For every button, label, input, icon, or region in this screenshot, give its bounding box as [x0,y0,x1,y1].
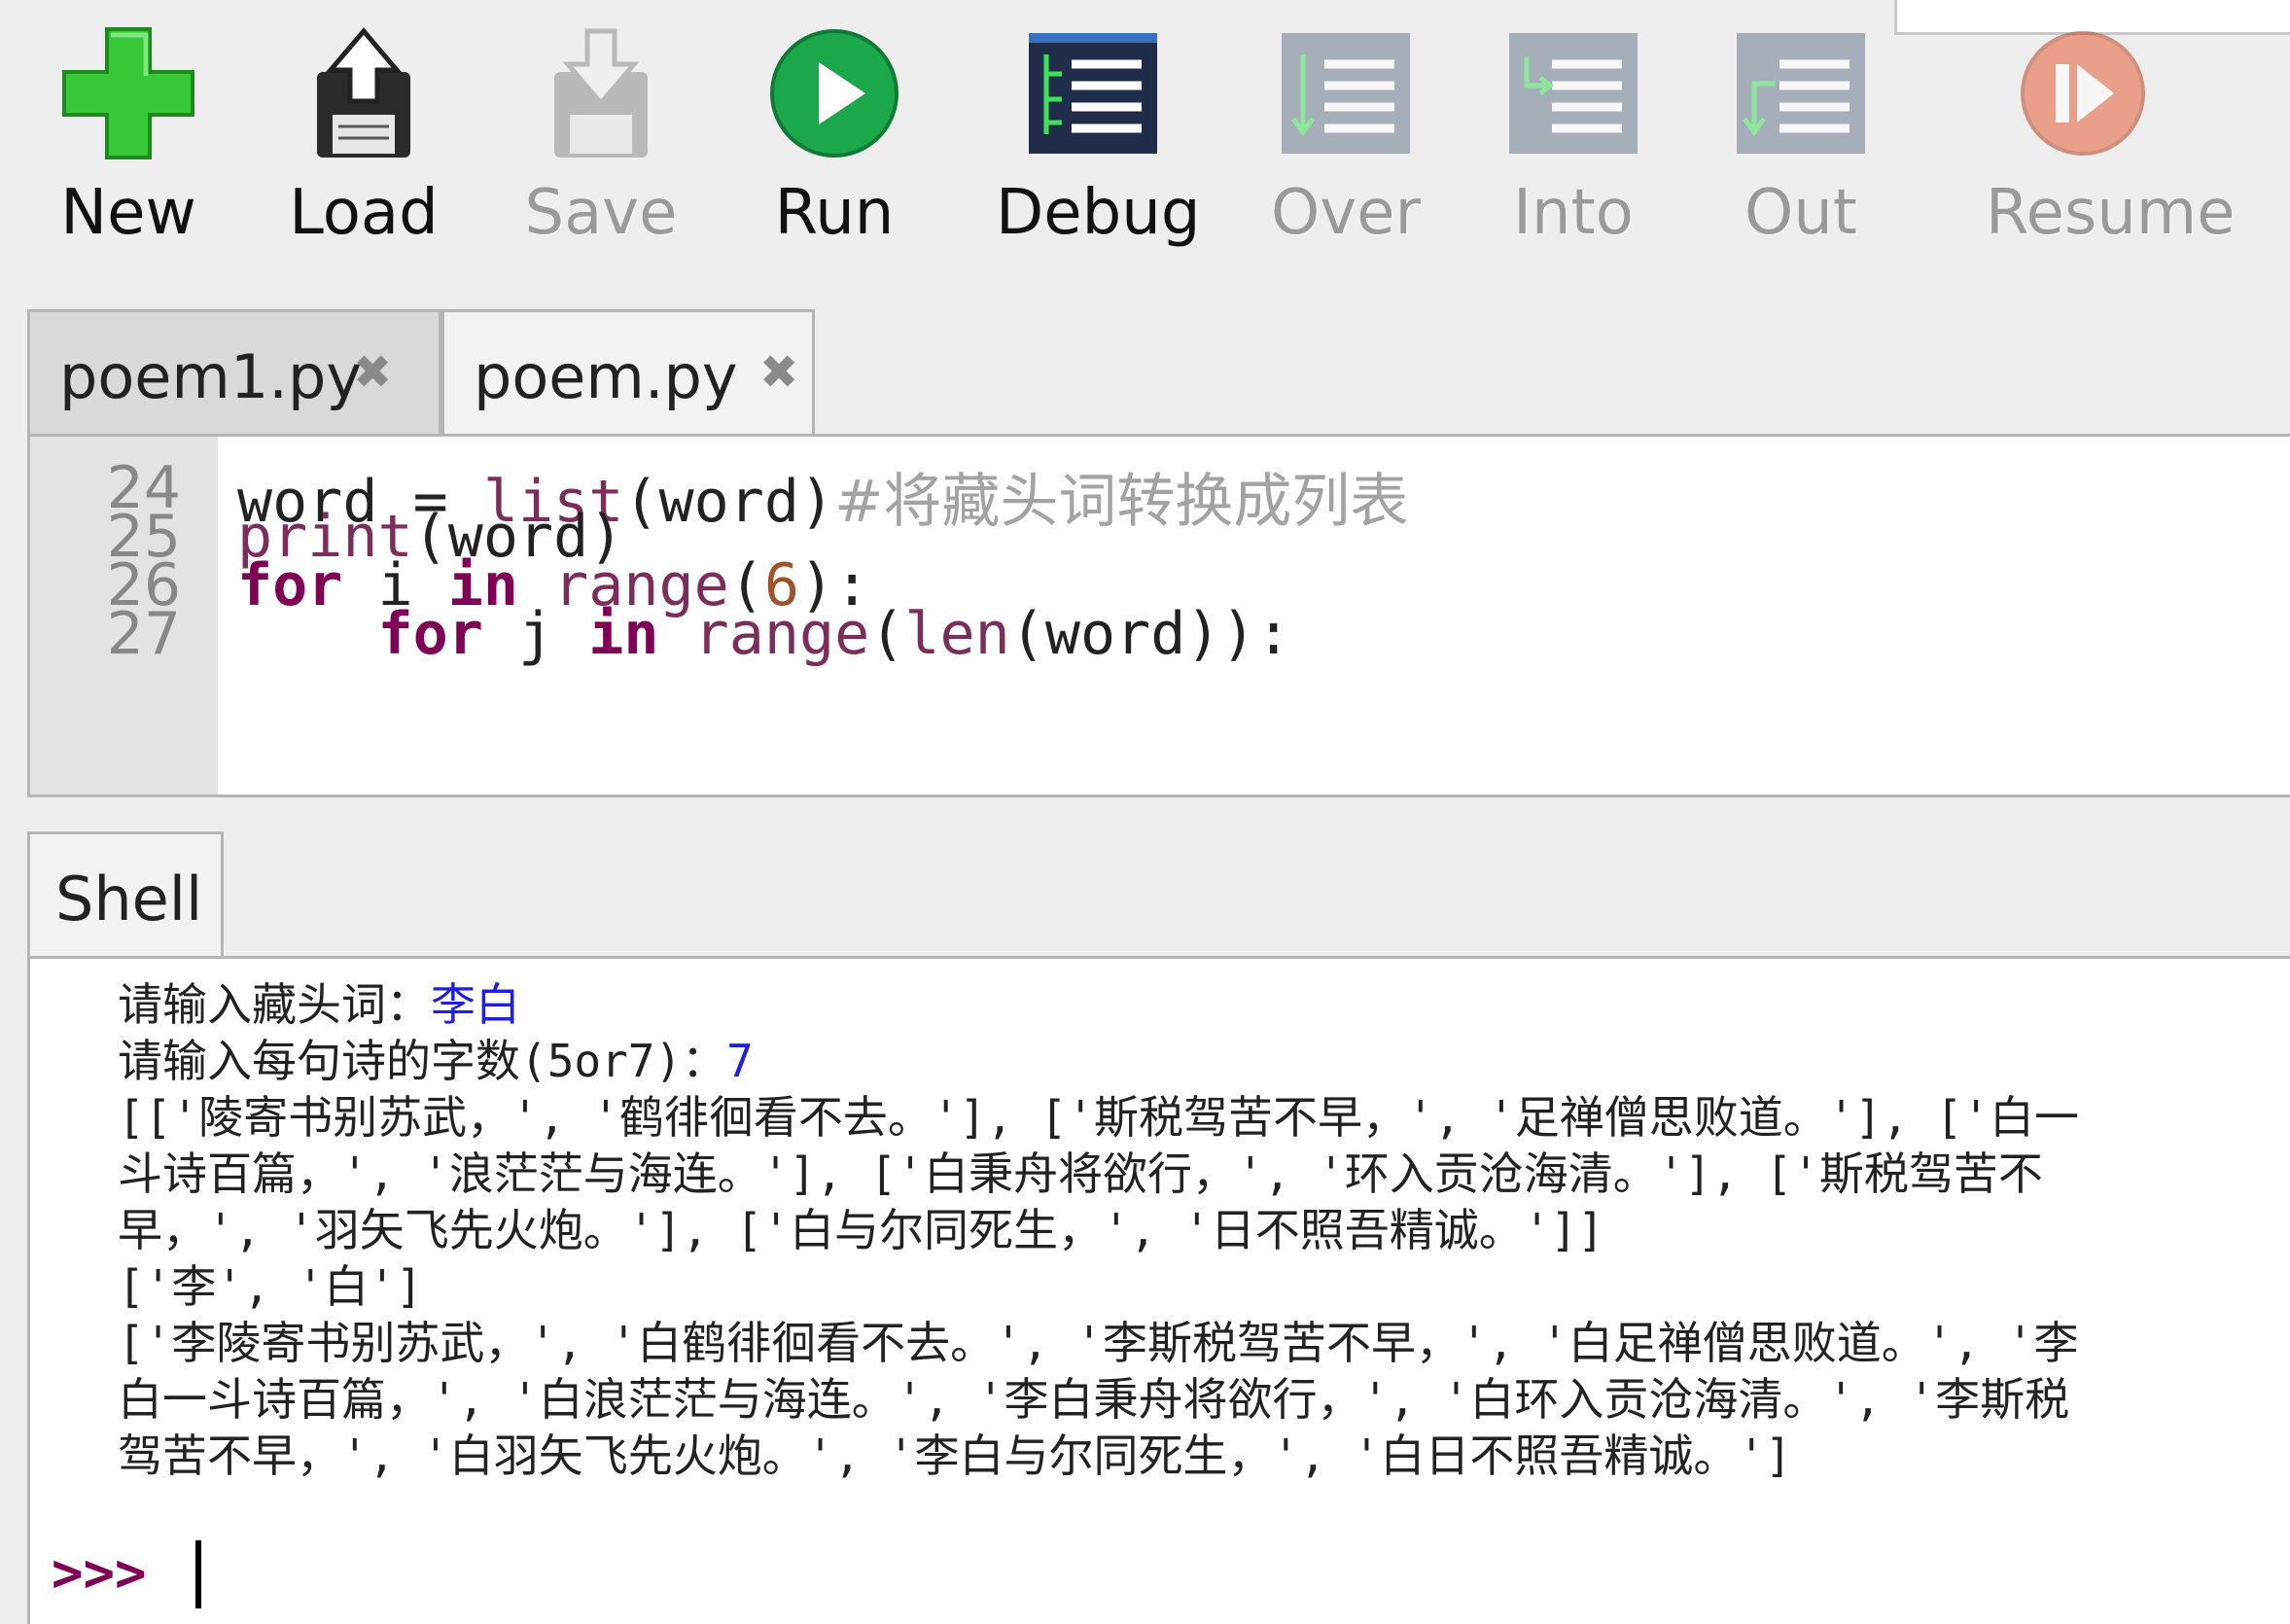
code-token: in [588,600,659,668]
shell-input-prompt: 请输入藏头词：李白 [118,976,520,1033]
code-token: for [377,600,483,668]
tab-label: Shell [55,864,203,935]
repl-prompt: >>> [52,1542,147,1604]
close-icon[interactable]: ✖ [353,345,392,400]
plus-icon [62,27,194,159]
code-token: range [693,600,870,668]
save-floppy-icon [554,28,648,158]
shell-pane[interactable]: 请输入藏头词：李白 请输入每句诗的字数(5or7)：7 [['陵寄书别苏武，',… [27,956,2290,1624]
resume-icon [2021,31,2145,156]
user-input: 李白 [431,978,520,1031]
run-label: Run [774,177,895,249]
load-button[interactable]: Load [266,19,461,263]
shell-output-line: 早，', '羽矢飞先火炮。'], ['白与尔同死生，', '日不照吾精诚。']] [118,1204,1604,1256]
step-out-button[interactable]: Out [1704,19,1898,263]
tab-shell[interactable]: Shell [27,831,224,958]
run-button[interactable]: Run [737,19,932,263]
shell-output-line: ['李', '白'] [118,1260,423,1313]
code-token: ( [869,600,905,668]
prompt-text: 请输入藏头词： [118,978,431,1031]
shell-output-line: 斗诗百篇，', '浪茫茫与海连。'], ['白秉舟将欲行，', '环入贡沧海清。… [118,1147,2043,1200]
debug-label: Debug [996,177,1201,249]
shell-output-line: ['李陵寄书别苏武，', '白鹤徘徊看不去。', '李斯税驾苦不早，', '白足… [118,1317,2079,1369]
out-label: Out [1744,177,1858,249]
play-icon [770,29,898,158]
new-button[interactable]: New [31,19,226,263]
save-label: Save [524,177,678,249]
user-input: 7 [726,1035,754,1087]
shell-output-line: 白一斗诗百篇，', '白浪茫茫与海连。', '李白秉舟将欲行，', '白环入贡沧… [118,1373,2070,1426]
tab-label: poem.py [474,341,738,412]
save-button[interactable]: Save [504,19,698,263]
load-label: Load [289,177,439,249]
tab-poem-py[interactable]: poem.py ✖ [441,309,815,434]
text-cursor [195,1540,201,1608]
close-icon[interactable]: ✖ [759,345,798,400]
code-token: j [482,600,589,668]
new-label: New [60,177,196,249]
shell-input-prompt: 请输入每句诗的字数(5or7)：7 [118,1033,754,1089]
code-token: (word) [623,468,835,536]
mu-editor-window: New Load Save Run Debug Over Into Out Re… [0,0,2290,1624]
step-over-button[interactable]: Over [1249,19,1443,263]
into-label: Into [1513,177,1634,249]
code-line: for j in range(len(word)): [237,600,1291,668]
step-over-icon [1282,33,1410,154]
shell-output-line: 驾苦不早，', '白羽矢飞先火炮。', '李白与尔同死生，', '白日不照吾精诚… [118,1430,1792,1482]
code-token: #将藏头词转换成列表 [834,468,1409,536]
tab-label: poem1.py [59,341,363,412]
line-number-gutter: 24 25 26 27 [30,437,218,794]
debug-icon [1029,33,1157,154]
step-out-icon [1737,33,1865,154]
tab-poem1-py[interactable]: poem1.py ✖ [27,309,441,434]
toolbar: New Load Save Run Debug Over Into Out Re… [0,0,2290,292]
line-number: 27 [106,600,181,668]
resume-button[interactable]: Resume [1986,19,2236,263]
code-token: len [904,600,1010,668]
resume-label: Resume [1986,177,2236,249]
code-token: (word)): [1009,600,1291,668]
step-into-icon [1509,33,1638,154]
load-floppy-icon [317,27,410,158]
shell-output-line: [['陵寄书别苏武，', '鹤徘徊看不去。'], ['斯税驾苦不早，', '足禅… [118,1091,2079,1144]
over-label: Over [1271,177,1421,249]
prompt-text: 请输入每句诗的字数(5or7)： [118,1035,727,1087]
step-into-button[interactable]: Into [1476,19,1671,263]
debug-button[interactable]: Debug [996,19,1201,263]
code-editor[interactable]: 24 25 26 27 word = list(word)#将藏头词转换成列表 prin… [27,434,2290,797]
